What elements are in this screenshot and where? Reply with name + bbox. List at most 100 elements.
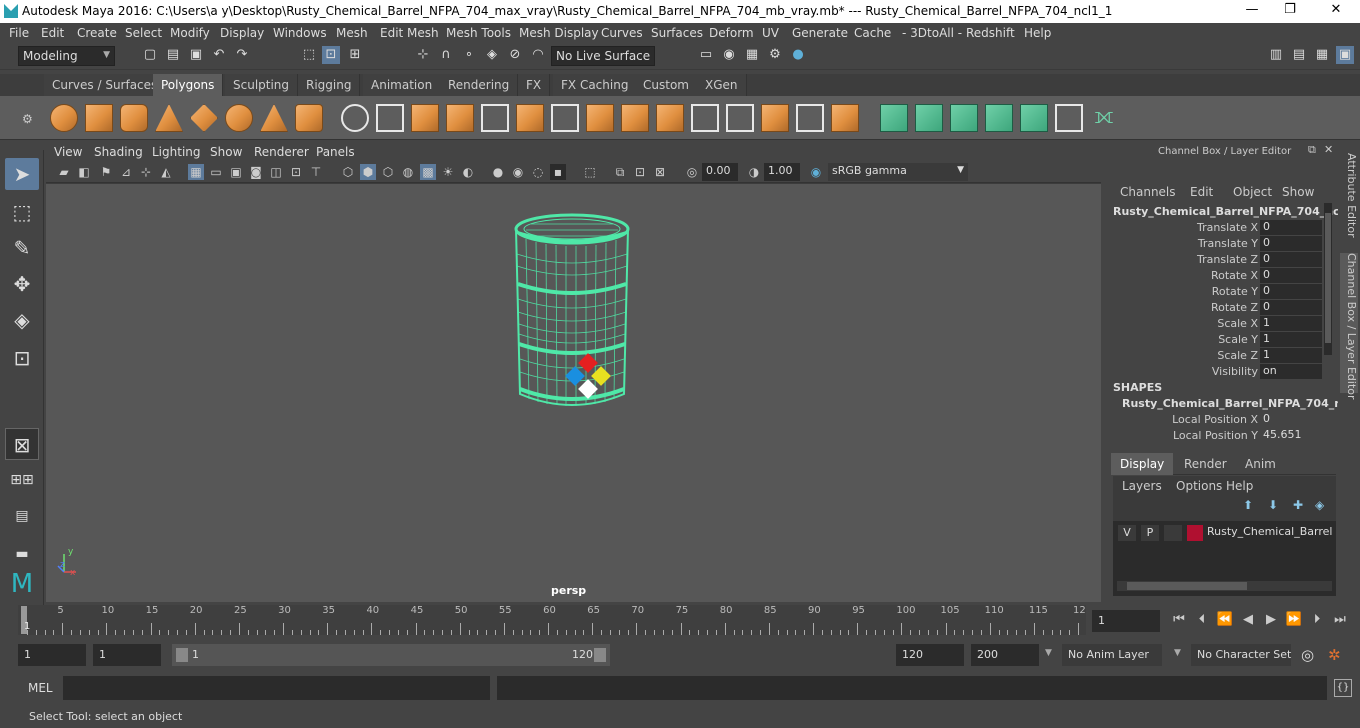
tab-display[interactable]: Display — [1111, 453, 1173, 475]
poly-pipe-icon[interactable] — [295, 104, 323, 132]
spherical-uv-icon[interactable] — [950, 104, 978, 132]
extract-icon[interactable] — [446, 104, 474, 132]
character-set-dropdown[interactable]: No Character Set — [1191, 644, 1291, 666]
camera-icon[interactable]: ▰ — [56, 164, 72, 180]
poly-cylinder-icon[interactable] — [120, 104, 148, 132]
layer-menu-help[interactable]: Help — [1226, 479, 1253, 493]
render-view-icon[interactable]: ▭ — [697, 46, 715, 64]
play-backward-icon[interactable]: ◀ — [1239, 612, 1257, 630]
tab-fx-caching[interactable]: FX Caching — [553, 74, 638, 96]
image-plane-icon[interactable]: ⊹ — [138, 164, 154, 180]
default-material-icon[interactable]: ◍ — [400, 164, 416, 180]
mode-selector[interactable]: Modeling ▼ — [18, 46, 115, 66]
tab-fx[interactable]: FX — [518, 74, 551, 96]
smooth-icon[interactable] — [411, 104, 439, 132]
cb-menu-edit[interactable]: Edit — [1190, 185, 1213, 199]
multi-cut-icon[interactable] — [656, 104, 684, 132]
layout-icon[interactable]: ▤ — [5, 500, 39, 532]
channel-box-scrollbar[interactable] — [1324, 203, 1332, 355]
single-view-icon[interactable]: ⊠ — [5, 428, 39, 460]
auto-key-icon[interactable]: ◎ — [1301, 646, 1314, 664]
target-weld-icon[interactable] — [796, 104, 824, 132]
wireframe-icon[interactable]: ⬡ — [340, 164, 356, 180]
shelf-settings-icon[interactable]: ⚙ — [22, 112, 33, 126]
menu-edit[interactable]: Edit — [41, 26, 64, 40]
motion-blur-icon[interactable]: ◉ — [510, 164, 526, 180]
move-layer-down-icon[interactable]: ⬇ — [1268, 498, 1278, 512]
channel-value[interactable]: 0 — [1260, 252, 1322, 267]
new-scene-icon[interactable]: ▢ — [141, 46, 159, 64]
grid-icon[interactable]: ▦ — [188, 164, 204, 180]
grid-toggle-icon[interactable]: ⊿ — [118, 164, 134, 180]
extrude-icon[interactable] — [481, 104, 509, 132]
close-button[interactable]: ✕ — [1326, 2, 1346, 20]
poly-cone-icon[interactable] — [155, 104, 183, 132]
mel-label[interactable]: MEL — [28, 681, 53, 695]
new-layer-selected-icon[interactable]: ◈ — [1315, 498, 1324, 512]
attribute-editor-toggle-icon[interactable]: ▦ — [1313, 46, 1331, 64]
channel-box-toggle-icon[interactable]: ▣ — [1336, 46, 1354, 64]
move-tool-icon[interactable]: ✥ — [5, 268, 39, 300]
menu-windows[interactable]: Windows — [273, 26, 327, 40]
resolution-gate-icon[interactable]: ▣ — [228, 164, 244, 180]
undo-icon[interactable]: ↶ — [210, 46, 228, 64]
menu-surfaces[interactable]: Surfaces — [651, 26, 703, 40]
save-scene-icon[interactable]: ▣ — [187, 46, 205, 64]
live-surface-field[interactable]: No Live Surface — [551, 46, 655, 66]
fill-hole-icon[interactable] — [621, 104, 649, 132]
animation-prefs-icon[interactable]: ✲ — [1328, 646, 1341, 664]
unfold-icon[interactable]: ⟗ — [1090, 104, 1118, 132]
modeling-toolkit-icon[interactable]: ▤ — [1290, 46, 1308, 64]
menu-redshift[interactable]: Redshift — [966, 26, 1015, 40]
select-component-icon[interactable]: ⊞ — [346, 46, 364, 64]
close-panel-icon[interactable]: ✕ — [1324, 143, 1333, 156]
step-forward-key-icon[interactable]: ⏩ — [1285, 612, 1303, 630]
poly-plane-icon[interactable] — [190, 104, 218, 132]
smooth-shade-icon[interactable]: ⬢ — [360, 164, 376, 180]
tab-attribute-editor[interactable]: Attribute Editor — [1340, 153, 1358, 243]
wireframe-on-shaded-icon[interactable]: ⬡ — [380, 164, 396, 180]
xray-joints-icon[interactable]: ⊡ — [632, 164, 648, 180]
range-start-handle[interactable] — [176, 648, 188, 662]
move-layer-up-icon[interactable]: ⬆ — [1243, 498, 1253, 512]
play-forward-icon[interactable]: ▶ — [1262, 612, 1280, 630]
menu-generate[interactable]: Generate — [792, 26, 848, 40]
layer-menu-options[interactable]: Options — [1176, 479, 1222, 493]
ipr-render-icon[interactable]: ▦ — [743, 46, 761, 64]
vp-menu-view[interactable]: View — [54, 145, 82, 159]
depth-of-field-icon[interactable]: ▪ — [550, 164, 566, 180]
anim-layer-dropdown[interactable]: No Anim Layer — [1062, 644, 1162, 666]
playback-end-field[interactable]: 120 — [896, 644, 964, 666]
poly-pyramid-icon[interactable] — [260, 104, 288, 132]
menu-modify[interactable]: Modify — [170, 26, 210, 40]
range-slider[interactable]: 1 120 — [172, 644, 610, 666]
outliner-layout-icon[interactable]: ▬ — [5, 538, 39, 570]
mirror-icon[interactable] — [831, 104, 859, 132]
separate-icon[interactable] — [376, 104, 404, 132]
mel-command-input[interactable] — [63, 676, 490, 700]
isolate-select-icon[interactable]: ⬚ — [582, 164, 598, 180]
tab-curves-surfaces[interactable]: Curves / Surfaces — [44, 74, 167, 96]
channel-value[interactable]: 0 — [1260, 300, 1322, 315]
select-object-icon[interactable]: ⊡ — [322, 46, 340, 64]
workspace-icon[interactable]: ▥ — [1267, 46, 1285, 64]
menu-help[interactable]: Help — [1024, 26, 1051, 40]
vp-menu-show[interactable]: Show — [210, 145, 242, 159]
cb-menu-object[interactable]: Object — [1233, 185, 1272, 199]
textured-icon[interactable]: ▩ — [420, 164, 436, 180]
camera-attrs-icon[interactable]: ◧ — [76, 164, 92, 180]
shadows-icon[interactable]: ◐ — [460, 164, 476, 180]
rotate-tool-icon[interactable]: ◈ — [5, 304, 39, 336]
channel-value[interactable]: 0 — [1260, 284, 1322, 299]
checker-icon[interactable] — [1055, 104, 1083, 132]
step-forward-icon[interactable]: ⏵ — [1308, 612, 1326, 630]
tab-rendering[interactable]: Rendering — [440, 74, 519, 96]
hypershade-icon[interactable]: ● — [789, 46, 807, 64]
layer-color-swatch[interactable] — [1187, 525, 1203, 541]
tab-custom[interactable]: Custom — [635, 74, 698, 96]
lasso-tool-icon[interactable]: ⬚ — [5, 196, 39, 228]
tab-sculpting[interactable]: Sculpting — [225, 74, 299, 96]
menu-deform[interactable]: Deform — [709, 26, 754, 40]
channel-value[interactable]: 0 — [1260, 220, 1322, 235]
menu-curves[interactable]: Curves — [601, 26, 643, 40]
